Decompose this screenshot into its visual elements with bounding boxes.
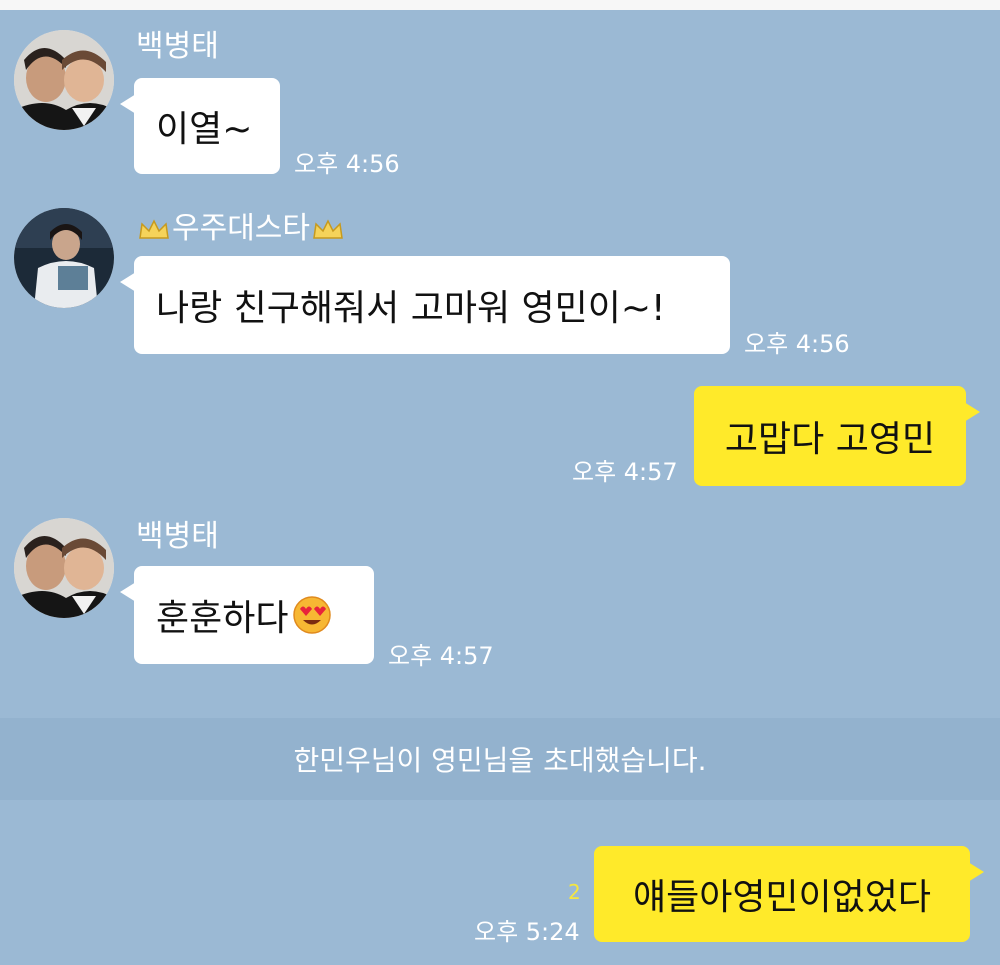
message-text: 고맙다 고영민 bbox=[724, 419, 936, 460]
message-time: 오후 4:57 bbox=[388, 642, 494, 670]
profile-photo-icon bbox=[14, 208, 114, 308]
message-text: 훈훈하다 bbox=[156, 598, 289, 639]
avatar-backbyeongtae[interactable] bbox=[14, 30, 114, 130]
message-time: 오후 4:56 bbox=[744, 330, 850, 358]
crown-icon bbox=[313, 218, 343, 239]
message-bubble[interactable]: 얘들아영민이없었다 bbox=[594, 846, 984, 942]
message-bubble[interactable]: 이열~ bbox=[120, 78, 280, 174]
message-bubble[interactable]: 훈훈하다 bbox=[120, 566, 374, 664]
sender-name: 백병태 bbox=[136, 29, 219, 64]
avatar-backbyeongtae[interactable] bbox=[14, 518, 114, 618]
sender-name: 우주대스타 bbox=[136, 212, 346, 246]
message-time: 오후 5:24 bbox=[474, 918, 580, 946]
crown-icon bbox=[139, 218, 169, 239]
sender-name: 백병태 bbox=[136, 519, 219, 554]
message-bubble[interactable]: 고맙다 고영민 bbox=[694, 386, 980, 486]
avatar-ujudaeseuta[interactable] bbox=[14, 208, 114, 308]
profile-photo-icon bbox=[14, 518, 114, 618]
message-text: 얘들아영민이없었다 bbox=[632, 877, 932, 918]
message-text: 나랑 친구해줘서 고마워 영민이~! bbox=[156, 288, 666, 329]
top-edge bbox=[0, 0, 1000, 10]
sender-name-text: 우주대스타 bbox=[172, 211, 310, 246]
message-time: 오후 4:57 bbox=[572, 458, 678, 486]
chat-room[interactable]: 백병태 이열~ 오후 4:56 우주대스타 나랑 친구해줘서 고마워 영민이~!… bbox=[0, 0, 1000, 965]
message-time: 오후 4:56 bbox=[294, 150, 400, 178]
system-notice: 한민우님이 영민님을 초대했습니다. bbox=[0, 718, 1000, 800]
system-notice-text: 한민우님이 영민님을 초대했습니다. bbox=[293, 744, 707, 777]
unread-count: 2 bbox=[568, 880, 581, 904]
heart-eyes-emoji-icon bbox=[293, 596, 332, 634]
message-text: 이열~ bbox=[156, 109, 253, 150]
message-bubble[interactable]: 나랑 친구해줘서 고마워 영민이~! bbox=[120, 256, 730, 354]
profile-photo-icon bbox=[14, 30, 114, 130]
